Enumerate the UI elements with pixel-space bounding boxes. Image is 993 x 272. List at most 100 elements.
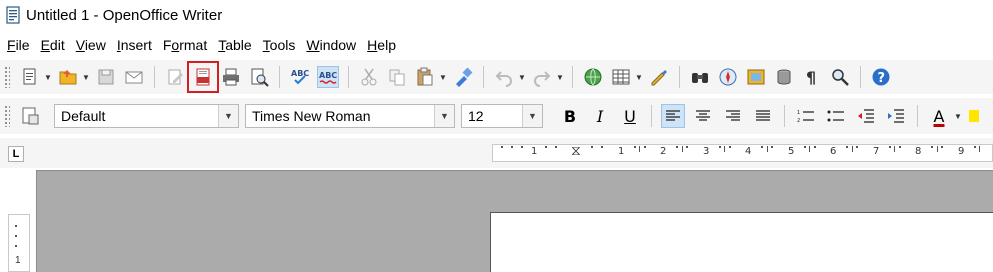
bullet-list-icon [827, 110, 844, 122]
data-sources-icon[interactable] [773, 66, 795, 88]
ruler-tick [511, 146, 513, 148]
paste-icon[interactable] [414, 66, 436, 88]
chevron-down-icon[interactable]: ▼ [218, 105, 238, 127]
tab-stop-selector[interactable]: L [8, 146, 24, 162]
menu-help-label: Help [367, 37, 396, 53]
ruler-mark: 3 [703, 146, 710, 157]
toolbar-grip[interactable] [4, 105, 10, 127]
autospellcheck-icon[interactable]: ABC [317, 66, 339, 88]
redo-dropdown-arrow[interactable]: ▼ [556, 73, 564, 82]
align-left-button[interactable] [661, 104, 685, 128]
formatting-marks-icon[interactable]: ¶ [801, 66, 823, 88]
increase-indent-button[interactable] [884, 104, 908, 128]
ruler-mark: 4 [745, 146, 752, 157]
ruler-tick [804, 146, 806, 148]
italic-button[interactable]: I [588, 104, 612, 128]
print-icon[interactable] [220, 66, 242, 88]
menu-insert-label: Insert [116, 37, 152, 53]
menu-format-label: Format [162, 37, 208, 53]
open-dropdown-arrow[interactable]: ▼ [82, 73, 90, 82]
email-document-icon[interactable] [123, 66, 145, 88]
align-right-button[interactable] [721, 104, 745, 128]
draw-functions-icon[interactable] [648, 66, 670, 88]
ruler-tab-tick [894, 146, 895, 152]
toolbar-separator [483, 66, 484, 88]
ruler-tab-tick [852, 146, 853, 152]
ruler-tick [686, 146, 688, 148]
page-preview-icon[interactable] [248, 66, 270, 88]
ruler-tick [644, 146, 646, 148]
ruler-tick [545, 146, 547, 148]
font-size-combo[interactable]: 12 ▼ [461, 104, 543, 128]
font-color-button[interactable]: A [927, 104, 951, 128]
indent-marker-icon[interactable]: ⧖ [571, 143, 581, 159]
undo-icon[interactable] [493, 66, 515, 88]
vertical-ruler[interactable]: 1 [8, 214, 30, 272]
menu-tools[interactable]: Tools [260, 37, 299, 53]
numbering-button[interactable]: 12 [794, 104, 818, 128]
ruler-tick [719, 146, 721, 148]
gallery-icon[interactable] [745, 66, 767, 88]
bullets-button[interactable] [824, 104, 848, 128]
menu-format[interactable]: Format [160, 37, 210, 53]
hyperlink-icon[interactable] [582, 66, 604, 88]
clone-formatting-icon[interactable] [452, 66, 474, 88]
styles-formatting-icon[interactable] [19, 105, 41, 127]
menu-insert[interactable]: Insert [114, 37, 155, 53]
menu-window[interactable]: Window [303, 37, 359, 53]
ruler-tick [15, 245, 17, 247]
ruler-tick [761, 146, 763, 148]
ruler-mark: 2 [660, 146, 667, 157]
ruler-tick [856, 146, 858, 148]
ruler-tick [501, 146, 503, 148]
menu-help[interactable]: Help [364, 37, 399, 53]
underline-button[interactable]: U [618, 104, 642, 128]
find-replace-icon[interactable] [689, 66, 711, 88]
new-dropdown-arrow[interactable]: ▼ [44, 73, 52, 82]
ruler-tick [601, 146, 603, 148]
spellcheck-icon[interactable]: ABC [289, 66, 311, 88]
document-page[interactable] [490, 212, 993, 272]
ruler-tick [889, 146, 891, 148]
font-name-combo[interactable]: Times New Roman ▼ [245, 104, 455, 128]
redo-icon[interactable] [531, 66, 553, 88]
decrease-indent-button[interactable] [854, 104, 878, 128]
help-icon[interactable]: ? [870, 66, 892, 88]
toolbar-grip[interactable] [4, 66, 10, 88]
zoom-icon[interactable] [829, 66, 851, 88]
copy-icon[interactable] [386, 66, 408, 88]
menu-view[interactable]: View [73, 37, 109, 53]
ruler-tab-tick [809, 146, 810, 152]
ruler-mark: 6 [830, 146, 837, 157]
paste-dropdown-arrow[interactable]: ▼ [439, 73, 447, 82]
new-document-icon[interactable] [19, 66, 41, 88]
ruler-tab-tick [639, 146, 640, 152]
export-pdf-icon[interactable] [187, 61, 219, 93]
menu-file[interactable]: File [4, 37, 33, 53]
save-icon[interactable] [95, 66, 117, 88]
table-dropdown-arrow[interactable]: ▼ [635, 73, 643, 82]
chevron-down-icon[interactable]: ▼ [522, 105, 542, 127]
highlighting-icon[interactable] [966, 105, 988, 127]
edit-file-icon[interactable] [164, 66, 186, 88]
menu-table[interactable]: Table [215, 37, 254, 53]
ruler-tab-tick [937, 146, 938, 152]
open-folder-icon[interactable] [57, 66, 79, 88]
ruler-mark: 1 [531, 146, 538, 157]
navigator-icon[interactable] [717, 66, 739, 88]
justify-button[interactable] [751, 104, 775, 128]
decrease-indent-icon [858, 109, 874, 123]
align-center-button[interactable] [691, 104, 715, 128]
font-color-dropdown-arrow[interactable]: ▼ [954, 112, 962, 121]
ruler-mark: 8 [915, 146, 922, 157]
undo-dropdown-arrow[interactable]: ▼ [518, 73, 526, 82]
chevron-down-icon[interactable]: ▼ [434, 105, 454, 127]
toolbar-separator [784, 105, 785, 127]
horizontal-ruler[interactable]: 1 ⧖ 1 2 3 4 5 6 7 8 9 [492, 143, 993, 162]
menu-edit[interactable]: Edit [38, 37, 68, 53]
cut-icon[interactable] [358, 66, 380, 88]
ruler-tick [634, 146, 636, 148]
table-icon[interactable] [610, 66, 632, 88]
bold-button[interactable]: B [558, 104, 582, 128]
paragraph-style-combo[interactable]: Default ▼ [54, 104, 239, 128]
